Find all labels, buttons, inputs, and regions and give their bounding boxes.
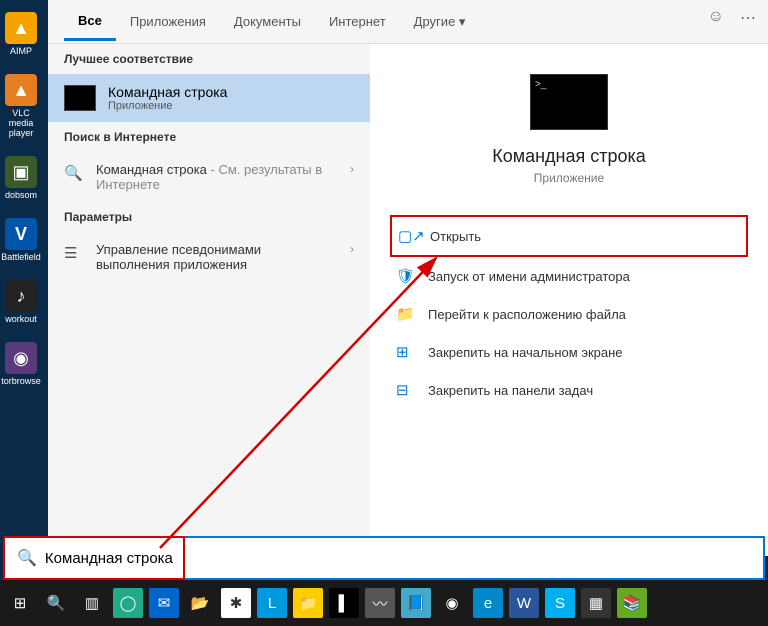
desktop-icon[interactable]: ▲VLC media player [0,74,42,138]
chevron-right-icon: › [350,162,354,176]
tab-all[interactable]: Все [64,3,116,41]
app-icon[interactable]: 〰 [365,588,395,618]
explorer-icon[interactable]: 📁 [293,588,323,618]
folder-icon: 📁 [396,305,414,323]
tor-icon: ◉ [5,342,37,374]
actions-list: ▢↗ Открыть 🛡 Запуск от имени администрат… [370,215,768,409]
reader-icon[interactable]: 📘 [401,588,431,618]
search-input[interactable] [45,550,755,567]
word-icon[interactable]: W [509,588,539,618]
open-icon: ▢↗ [398,227,416,245]
cmd-icon[interactable]: ▌ [329,588,359,618]
preview-column: Командная строка Приложение ▢↗ Открыть 🛡… [370,44,768,556]
pin-start-icon: ⊞ [396,343,414,361]
pin-taskbar-icon: ⊟ [396,381,414,399]
best-match-item[interactable]: Командная строка Приложение [48,74,370,122]
parameters-header: Параметры [48,202,370,232]
browser-icon[interactable]: ◯ [113,588,143,618]
tab-more[interactable]: Другие ▾ [400,4,480,40]
preview-title: Командная строка [492,146,646,167]
sliders-icon: ☰ [64,244,84,262]
task-view-icon[interactable]: ▥ [77,588,107,618]
search-icon: 🔍 [17,548,37,568]
shield-icon: 🛡 [396,267,414,285]
search-box[interactable]: 🔍 [3,536,765,580]
desktop-icon[interactable]: ◉torbrowse [0,342,42,386]
app-icon[interactable]: ✱ [221,588,251,618]
app-icon[interactable]: L [257,588,287,618]
music-icon: ♪ [5,280,37,312]
desktop-icons-column: ▲AIMP ▲VLC media player ▣dobsom VBattlef… [0,0,48,580]
skype-icon[interactable]: S [545,588,575,618]
action-open-location[interactable]: 📁 Перейти к расположению файла [390,295,748,333]
desktop-icon[interactable]: ▲AIMP [0,12,42,56]
cmd-icon [64,85,96,111]
chevron-right-icon: › [350,242,354,256]
action-pin-taskbar[interactable]: ⊟ Закрепить на панели задач [390,371,748,409]
results-column: Лучшее соответствие Командная строка При… [48,44,370,556]
vlc-icon: ▲ [5,74,37,106]
start-button[interactable]: ⊞ [5,588,35,618]
search-icon: 🔍 [64,164,84,182]
game-icon: V [5,218,37,250]
taskbar: ⊞ 🔍 ▥ ◯ ✉ 📂 ✱ L 📁 ▌ 〰 📘 ◉ e W S ▦ 📚 [0,580,768,626]
windows-search-panel: Все Приложения Документы Интернет Другие… [48,0,768,556]
tab-documents[interactable]: Документы [220,4,315,39]
web-search-header: Поиск в Интернете [48,122,370,152]
options-icon[interactable]: ⋯ [740,8,756,28]
best-match-header: Лучшее соответствие [48,44,370,74]
taskbar-search-icon[interactable]: 🔍 [41,588,71,618]
search-tabs: Все Приложения Документы Интернет Другие… [48,0,768,44]
settings-item[interactable]: ☰ Управление псевдонимами выполнения при… [48,232,370,282]
action-open[interactable]: ▢↗ Открыть [390,215,748,257]
edge-icon[interactable]: e [473,588,503,618]
preview-subtitle: Приложение [534,171,604,185]
files-icon[interactable]: 📂 [185,588,215,618]
feedback-icon[interactable]: ☺ [708,8,724,28]
mail-icon[interactable]: ✉ [149,588,179,618]
sublime-icon[interactable]: ▦ [581,588,611,618]
web-search-item[interactable]: 🔍 Командная строка - См. результаты в Ин… [48,152,370,202]
desktop-icon[interactable]: ▣dobsom [0,156,42,200]
app-thumbnail [530,74,608,130]
winrar-icon[interactable]: 📚 [617,588,647,618]
image-icon: ▣ [5,156,37,188]
action-run-as-admin[interactable]: 🛡 Запуск от имени администратора [390,257,748,295]
desktop-icon[interactable]: ♪workout [0,280,42,324]
tab-internet[interactable]: Интернет [315,4,400,39]
aimp-icon: ▲ [5,12,37,44]
tab-apps[interactable]: Приложения [116,4,220,39]
desktop-icon[interactable]: VBattlefield [0,218,42,262]
best-match-subtitle: Приложение [108,100,227,112]
chrome-icon[interactable]: ◉ [437,588,467,618]
best-match-title: Командная строка [108,84,227,100]
action-pin-start[interactable]: ⊞ Закрепить на начальном экране [390,333,748,371]
